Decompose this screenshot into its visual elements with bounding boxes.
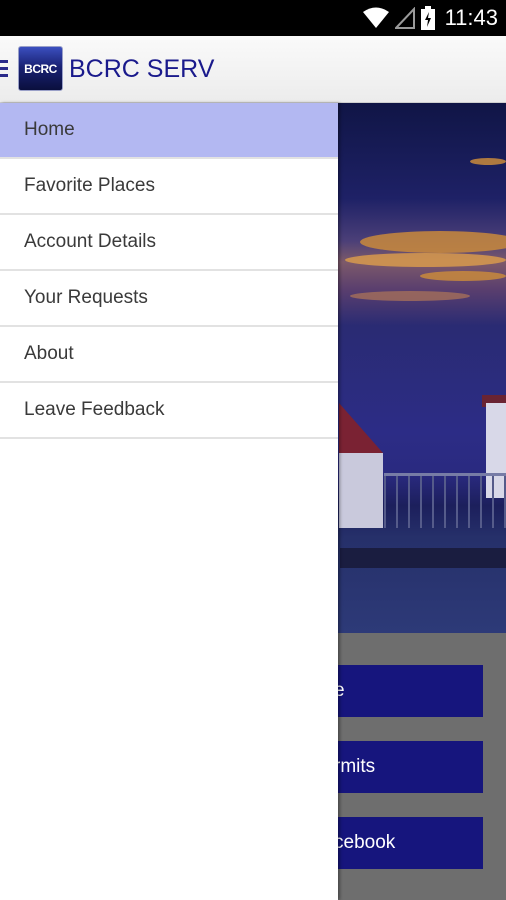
drawer-toggle-icon[interactable]: [0, 60, 8, 78]
drawer-item-your-requests[interactable]: Your Requests: [0, 271, 338, 327]
status-icons: 11:43: [362, 4, 498, 32]
navigation-drawer: Home Favorite Places Account Details You…: [0, 103, 338, 900]
drawer-item-account-details[interactable]: Account Details: [0, 215, 338, 271]
drawer-item-home[interactable]: Home: [0, 103, 338, 159]
action-bar: BCRC BCRC SERV: [0, 36, 506, 103]
battery-charging-icon: [420, 6, 435, 30]
status-bar: 11:43: [0, 0, 506, 36]
app-screen: 11:43 BCRC BCRC SERV e rmits cebook Home…: [0, 0, 506, 900]
drawer-item-favorite-places[interactable]: Favorite Places: [0, 159, 338, 215]
pier-railing: [384, 473, 506, 528]
lighthouse-left-roof: [339, 403, 383, 453]
pier: [340, 548, 506, 568]
drawer-item-about[interactable]: About: [0, 327, 338, 383]
app-logo-text: BCRC: [24, 61, 57, 76]
app-title: BCRC SERV: [69, 55, 215, 83]
signal-icon: [394, 7, 415, 29]
wifi-icon: [362, 7, 389, 28]
status-time: 11:43: [444, 5, 498, 30]
lighthouse-left: [339, 453, 383, 528]
app-logo[interactable]: BCRC: [18, 46, 63, 91]
drawer-item-leave-feedback[interactable]: Leave Feedback: [0, 383, 338, 439]
